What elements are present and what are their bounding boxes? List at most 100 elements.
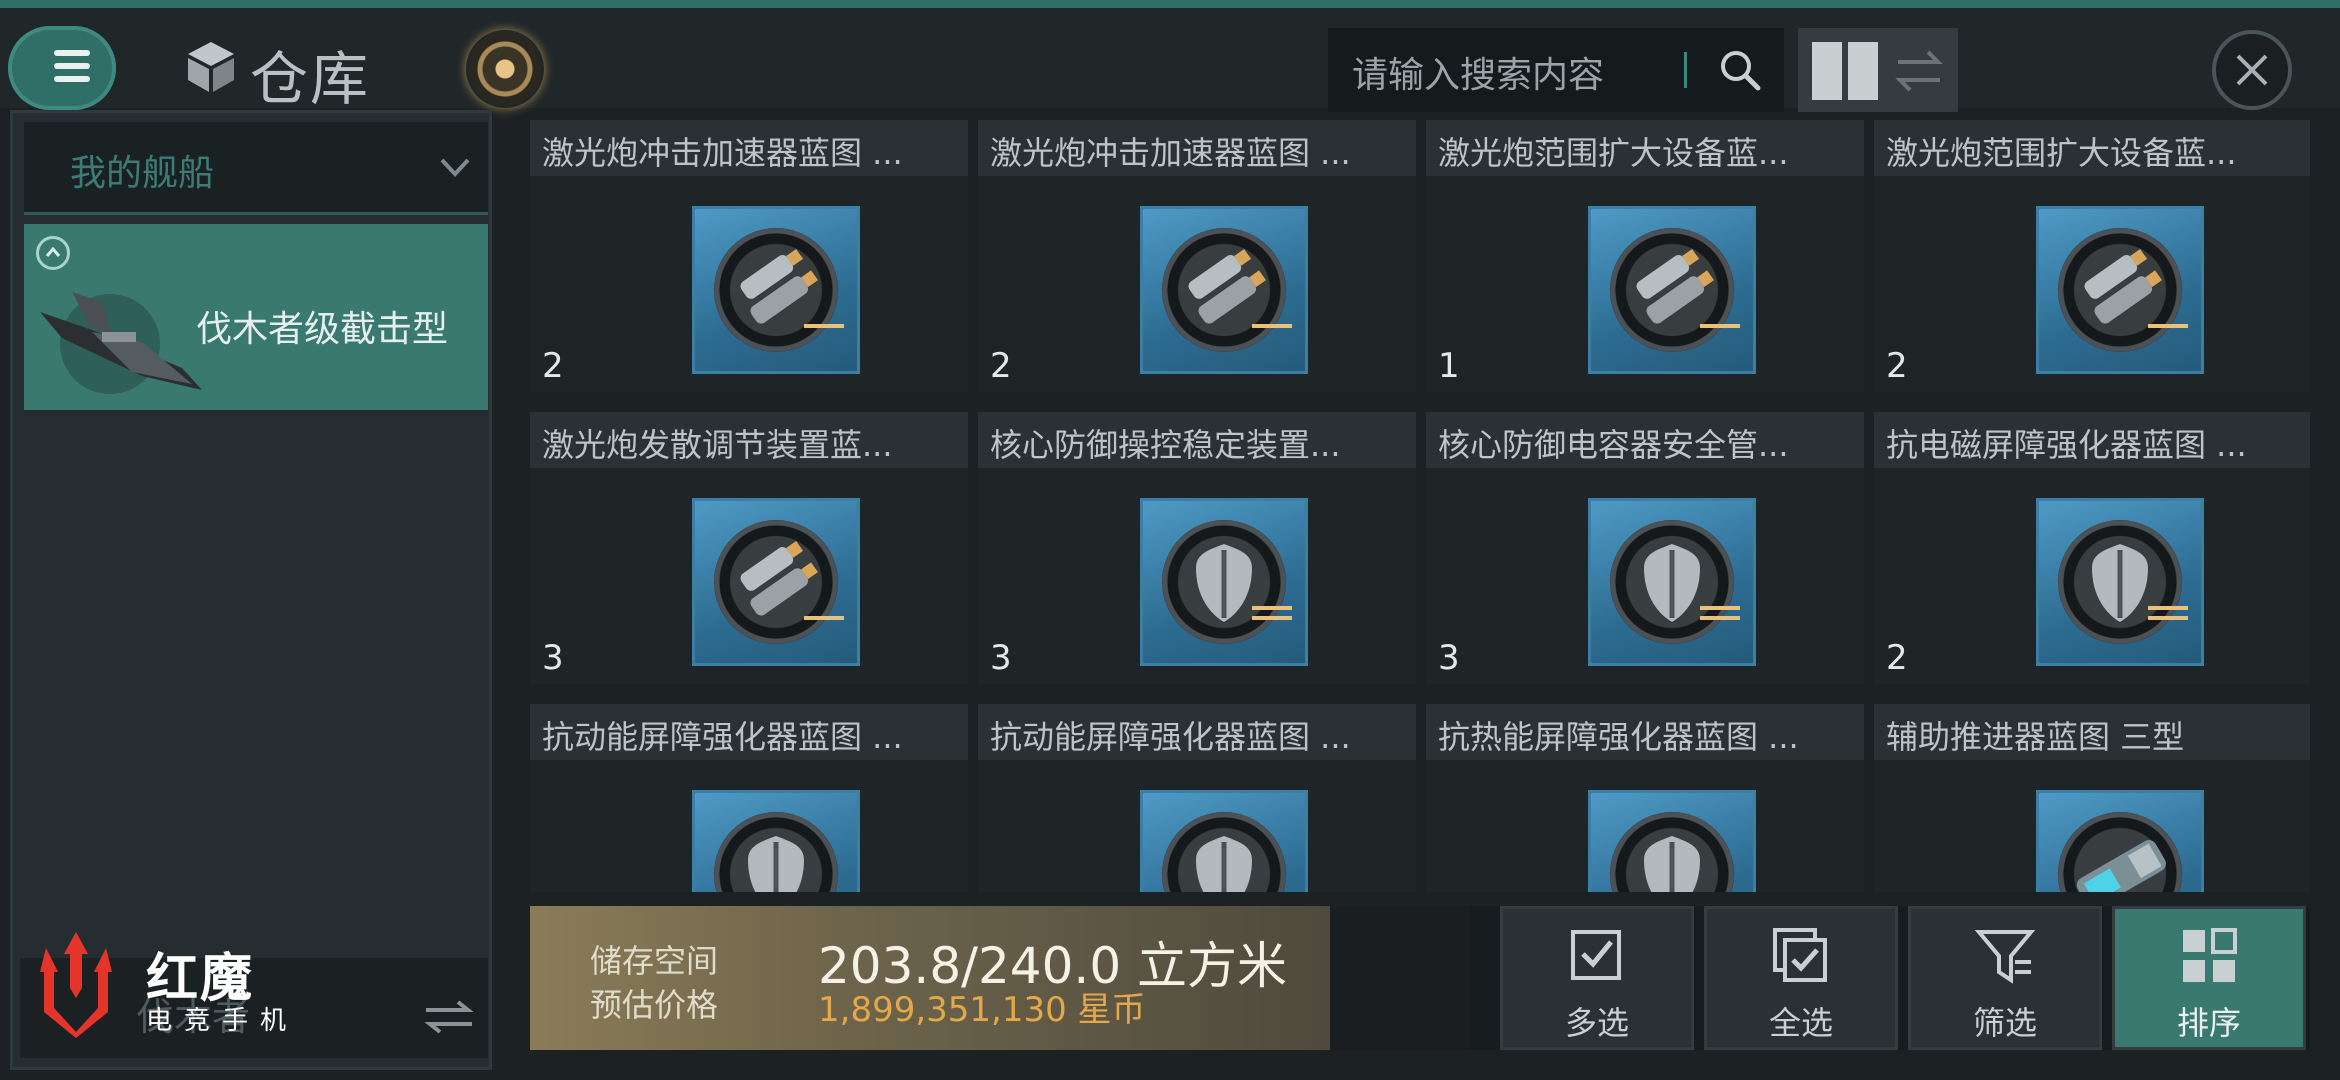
collapse-up-icon[interactable]	[36, 236, 70, 270]
storage-summary: 储存空间 预估价格 203.8/240.0 立方米 1,899,351,130 …	[530, 906, 1330, 1050]
shield-blueprint-icon	[2036, 498, 2204, 666]
brand-subtitle: 电竞手机	[146, 1006, 299, 1036]
select-all-button[interactable]: 全选	[1704, 906, 1898, 1050]
item-name: 抗电磁屏障强化器蓝图 ...	[1886, 426, 2247, 464]
inventory-item[interactable]: 激光炮范围扩大设备蓝... 2	[1874, 120, 2310, 392]
laser-blueprint-icon	[692, 206, 860, 374]
inventory-item[interactable]: 核心防御操控稳定装置... 3	[978, 412, 1416, 684]
laser-blueprint-icon	[2036, 206, 2204, 374]
item-quantity: 2	[1886, 346, 1908, 386]
cube-icon	[188, 42, 234, 92]
item-body: 3	[530, 468, 968, 684]
ship-card[interactable]: 伐木者级截击型	[24, 224, 488, 410]
multi-select-label: 多选	[1564, 1004, 1629, 1042]
item-body: 3	[978, 468, 1416, 684]
search-input[interactable]: 请输入搜索内容	[1352, 46, 1604, 98]
item-body	[978, 760, 1416, 892]
multi-select-icon	[1571, 930, 1621, 980]
select-all-label: 全选	[1768, 1004, 1833, 1042]
inventory-item[interactable]: 辅助推进器蓝图 三型	[1874, 704, 2310, 892]
price-label: 预估价格	[590, 986, 719, 1024]
item-quantity: 2	[1886, 638, 1908, 678]
ship-sidebar: 我的舰船 伐木者级截击型 伐木者	[10, 110, 492, 1070]
chevron-down-icon	[440, 158, 470, 177]
item-name: 激光炮冲击加速器蓝图 ...	[542, 134, 903, 172]
item-name: 抗动能屏障强化器蓝图 ...	[542, 718, 903, 756]
inventory-item[interactable]: 激光炮发散调节装置蓝... 3	[530, 412, 968, 684]
item-body: 2	[1874, 468, 2310, 684]
menu-button[interactable]	[8, 26, 116, 110]
item-name: 激光炮范围扩大设备蓝...	[1438, 134, 1789, 172]
inventory-item[interactable]: 抗电磁屏障强化器蓝图 ... 2	[1874, 412, 2310, 684]
search-box[interactable]: 请输入搜索内容	[1328, 28, 1784, 112]
ship-dropdown-label: 我的舰船	[70, 153, 215, 194]
item-quantity: 2	[542, 346, 564, 386]
select-all-icon	[1773, 928, 1827, 982]
item-quantity: 2	[990, 346, 1012, 386]
shield-blueprint-icon	[1140, 790, 1308, 892]
ship-image	[40, 292, 202, 394]
sort-label: 排序	[2176, 1004, 2241, 1042]
ship-dropdown[interactable]: 我的舰船	[24, 122, 488, 215]
filter-label: 筛选	[1972, 1004, 2037, 1042]
item-name: 激光炮范围扩大设备蓝...	[1886, 134, 2237, 172]
inventory-item[interactable]: 核心防御电容器安全管... 3	[1426, 412, 1864, 684]
item-quantity: 3	[542, 638, 564, 678]
item-body: 2	[978, 176, 1416, 392]
shield-blueprint-icon	[692, 790, 860, 892]
storage-summary-tail	[1330, 906, 1470, 1050]
item-name: 核心防御电容器安全管...	[1438, 426, 1789, 464]
item-body	[1874, 760, 2310, 892]
inventory-grid: 激光炮冲击加速器蓝图 ... 2 激光炮冲击加速器蓝图 ... 2 激光炮范围扩大设备蓝…	[530, 120, 2310, 892]
sort-button[interactable]: 排序	[2112, 906, 2306, 1050]
item-body: 2	[530, 176, 968, 392]
price-value: 1,899,351,130 星币	[818, 990, 1146, 1030]
shield-blueprint-icon	[1588, 790, 1756, 892]
shield-blueprint-icon	[1588, 498, 1756, 666]
inventory-item[interactable]: 抗热能屏障强化器蓝图 ...	[1426, 704, 1864, 892]
ship-name: 伐木者级截击型	[196, 309, 449, 350]
inventory-item[interactable]: 激光炮范围扩大设备蓝... 1	[1426, 120, 1864, 392]
item-quantity: 3	[990, 638, 1012, 678]
item-body: 2	[1874, 176, 2310, 392]
page-title: 仓库	[250, 45, 371, 113]
top-accent-line	[0, 0, 2340, 8]
item-quantity: 3	[1438, 638, 1460, 678]
list-swap-icon[interactable]	[1894, 48, 1944, 94]
item-name: 辅助推进器蓝图 三型	[1886, 718, 2185, 756]
laser-blueprint-icon	[692, 498, 860, 666]
item-name: 抗热能屏障强化器蓝图 ...	[1438, 718, 1799, 756]
search-icon[interactable]	[1716, 46, 1764, 94]
laser-blueprint-icon	[1140, 206, 1308, 374]
compass-orb-icon[interactable]	[466, 30, 544, 108]
filter-icon	[1975, 930, 2035, 984]
close-button[interactable]	[2212, 30, 2292, 110]
close-icon	[2236, 54, 2268, 86]
bottom-bar: 储存空间 预估价格 203.8/240.0 立方米 1,899,351,130 …	[530, 906, 2310, 1050]
top-bar: 仓库 请输入搜索内容	[0, 8, 2340, 113]
inventory-item[interactable]: 激光炮冲击加速器蓝图 ... 2	[530, 120, 968, 392]
storage-space-label: 储存空间	[590, 942, 719, 980]
item-quantity: 1	[1438, 346, 1460, 386]
item-body: 1	[1426, 176, 1864, 392]
thruster-blueprint-icon	[2036, 790, 2204, 892]
item-name: 抗动能屏障强化器蓝图 ...	[990, 718, 1351, 756]
item-name: 激光炮冲击加速器蓝图 ...	[990, 134, 1351, 172]
item-body: 3	[1426, 468, 1864, 684]
item-body	[530, 760, 968, 892]
filter-button[interactable]: 筛选	[1908, 906, 2102, 1050]
laser-blueprint-icon	[1588, 206, 1756, 374]
inventory-item[interactable]: 抗动能屏障强化器蓝图 ...	[978, 704, 1416, 892]
inventory-item[interactable]: 抗动能屏障强化器蓝图 ...	[530, 704, 968, 892]
grid-view-icon[interactable]	[1812, 42, 1882, 100]
item-body	[1426, 760, 1864, 892]
swap-icon[interactable]	[422, 996, 476, 1036]
sort-icon	[2183, 928, 2237, 982]
view-toggle[interactable]	[1798, 28, 1958, 112]
multi-select-button[interactable]: 多选	[1500, 906, 1694, 1050]
inventory-item[interactable]: 激光炮冲击加速器蓝图 ... 2	[978, 120, 1416, 392]
item-name: 激光炮发散调节装置蓝...	[542, 426, 893, 464]
search-divider	[1684, 52, 1687, 88]
hamburger-icon	[54, 50, 90, 86]
shield-blueprint-icon	[1140, 498, 1308, 666]
